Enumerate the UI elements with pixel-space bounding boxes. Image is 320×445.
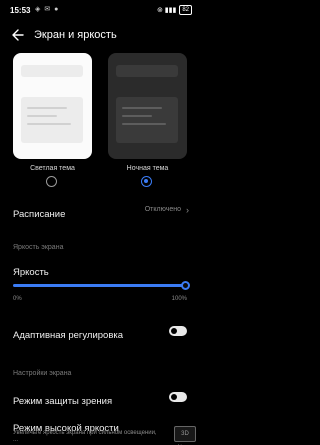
high-brightness-row[interactable]: Режим высокой яркости <box>13 418 189 434</box>
system-icons: ⊚ ▮▮▮ 82 <box>157 5 192 15</box>
preview-bar <box>21 65 83 77</box>
preview-line <box>122 123 166 125</box>
adaptive-toggle[interactable] <box>169 326 187 336</box>
signal-icon: ⊚ ▮▮▮ <box>156 7 177 14</box>
preview-block <box>21 97 83 143</box>
preview-block <box>116 97 178 143</box>
light-theme-label: Светлая тема <box>30 165 75 172</box>
dark-theme-radio[interactable] <box>141 176 152 187</box>
notification-icons: ◈ ✉ ● <box>35 6 60 13</box>
preview-line <box>122 107 162 109</box>
schedule-label: Расписание <box>13 209 66 220</box>
status-bar: 15:53 ◈ ✉ ● ⊚ ▮▮▮ 82 <box>0 0 200 20</box>
light-theme-radio[interactable] <box>46 176 57 187</box>
preview-line <box>27 123 71 125</box>
brightness-min-label: 0% <box>13 296 22 302</box>
adaptive-label: Адаптивная регулировка <box>13 330 124 341</box>
brightness-section-header: Яркость экрана <box>13 244 64 251</box>
preview-line <box>27 115 57 117</box>
battery-icon: 82 <box>179 5 192 15</box>
preview-bar <box>116 65 178 77</box>
brightness-slider-thumb[interactable] <box>181 281 190 290</box>
high-brightness-description: Увеличьте яркость экрана при сильном осв… <box>13 430 157 443</box>
adaptive-row[interactable]: Адаптивная регулировка <box>13 325 189 341</box>
preview-line <box>27 107 67 109</box>
status-time: 15:53 <box>10 6 31 15</box>
preview-line <box>122 115 152 117</box>
light-theme-preview[interactable] <box>13 53 92 159</box>
dark-theme-preview[interactable] <box>108 53 187 159</box>
schedule-row[interactable]: Расписание Отключено › <box>13 204 189 220</box>
schedule-value: Отключено <box>144 206 181 213</box>
page-title: Экран и яркость <box>34 29 117 41</box>
chevron-right-icon: › <box>186 205 189 215</box>
page-header: Экран и яркость <box>0 24 200 46</box>
eye-protection-row[interactable]: Режим защиты зрения <box>13 391 189 407</box>
brightness-slider-track[interactable] <box>13 284 185 287</box>
eye-protection-label: Режим защиты зрения <box>13 396 113 407</box>
brightness-max-label: 100% <box>171 296 187 302</box>
dark-theme-label: Ночная тема <box>126 165 169 172</box>
eye-protection-toggle[interactable] <box>169 392 187 402</box>
back-arrow-icon[interactable] <box>10 28 24 42</box>
screen-settings-header: Настройки экрана <box>13 370 72 377</box>
watermark-logo: 3D News <box>174 426 196 442</box>
brightness-row: Яркость <box>13 262 189 278</box>
brightness-label: Яркость <box>13 267 49 278</box>
